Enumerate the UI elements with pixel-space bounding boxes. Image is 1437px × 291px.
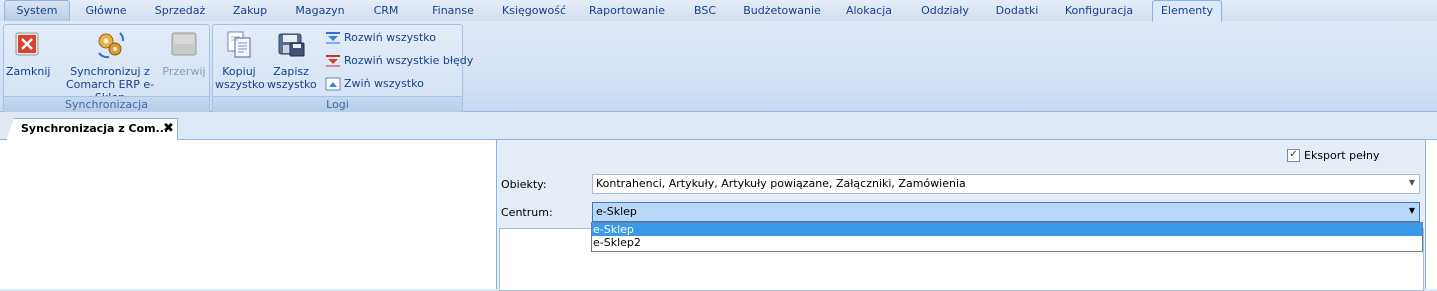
menu-tab-zakup[interactable]: Zakup [220,1,280,20]
export-full-checkbox-wrap[interactable]: ✓ Eksport pełny [1287,148,1380,163]
collapse-all-button[interactable]: Zwiń wszystko [325,75,424,93]
expand-all-button[interactable]: Rozwiń wszystko [325,29,436,47]
export-full-label: Eksport pełny [1304,149,1380,162]
sync-button[interactable]: Synchronizuj z Comarch ERP e-Sklep [54,29,166,104]
copy-all-button[interactable]: Kopiuj wszystko [215,29,265,91]
close-icon [12,29,42,59]
menu-tab-finanse[interactable]: Finanse [420,1,486,20]
collapse-icon [325,77,341,91]
copy-all-label-line2: wszystko [215,78,265,91]
menu-tab-konfiguracja[interactable]: Konfiguracja [1058,1,1140,20]
center-option[interactable]: e-Sklep [592,223,1422,236]
menu-tab-sprzedaz[interactable]: Sprzedaż [146,1,214,20]
copy-icon [224,29,254,59]
save-icon [276,29,306,59]
logs-group-label: Logi [213,96,462,112]
save-all-button[interactable]: Zapisz wszystko [267,29,317,91]
sync-button-label-line1: Synchronizuj z [70,65,150,78]
center-label: Centrum: [501,206,553,219]
export-full-checkbox[interactable]: ✓ [1287,148,1300,162]
menu-tab-bsc[interactable]: BSC [680,1,730,20]
stop-button-label: Przerwij [162,65,206,78]
close-button-label: Zamknij [6,65,51,78]
ribbon-group-synchronizacja: Zamknij Synchronizuj z Comarch ERP e-Skl… [3,24,210,113]
sync-gears-icon [95,29,125,59]
close-button[interactable]: Zamknij [6,29,51,78]
collapse-all-label: Zwiń wszystko [344,77,424,90]
expand-errors-button[interactable]: Rozwiń wszystkie błędy [325,52,473,70]
objects-label: Obiekty: [501,178,547,191]
menu-tab-oddzialy[interactable]: Oddziały [912,1,978,20]
menu-tab-raportowanie[interactable]: Raportowanie [586,1,668,20]
stop-icon [169,29,199,59]
menu-tab-dodatki[interactable]: Dodatki [988,1,1046,20]
chevron-down-icon[interactable]: ▼ [1409,178,1415,187]
ribbon: Zamknij Synchronizuj z Comarch ERP e-Skl… [0,21,1437,113]
copy-all-label-line1: Kopiuj [222,65,256,78]
objects-value: Kontrahenci, Artykuły, Artykuły powiązan… [596,177,966,190]
menu-tab-crm[interactable]: CRM [360,1,412,20]
menu-tab-alokacja[interactable]: Alokacja [836,1,902,20]
content-area: ✓ Eksport pełny Obiekty: Kontrahenci, Art… [0,140,1437,291]
center-dropdown-list: e-Sklep e-Sklep2 [591,222,1423,252]
close-tab-icon[interactable]: ✖ [163,121,174,136]
objects-combo[interactable]: Kontrahenci, Artykuły, Artykuły powiązan… [592,174,1420,194]
sync-group-label: Synchronizacja [4,96,209,112]
document-tab-label: Synchronizacja z Com... [21,122,169,135]
menu-tab-budzetowanie[interactable]: Budżetowanie [740,1,824,20]
save-all-label-line2: wszystko [267,78,317,91]
menu-tab-ksiegowosc[interactable]: Księgowość [496,1,572,20]
chevron-down-icon[interactable]: ▼ [1409,206,1415,215]
center-value: e-Sklep [596,205,637,218]
menu-tab-magazyn[interactable]: Magazyn [288,1,352,20]
menu-tab-elementy[interactable]: Elementy [1152,0,1222,22]
stop-button[interactable]: Przerwij [162,29,206,78]
center-combo[interactable]: e-Sklep ▼ [592,202,1420,222]
expand-icon [325,31,341,45]
menu-tab-glowne[interactable]: Główne [74,1,138,20]
ribbon-group-logi: Kopiuj wszystko Zapisz wszystko Rozwiń w… [212,24,473,113]
menu-tab-system[interactable]: System [4,0,70,21]
main-menu-bar: System Główne Sprzedaż Zakup Magazyn CRM… [0,0,1437,22]
expand-errors-icon [325,54,341,68]
expand-errors-label: Rozwiń wszystkie błędy [344,54,474,67]
save-all-label-line1: Zapisz [273,65,309,78]
center-option[interactable]: e-Sklep2 [592,236,1422,249]
document-tab-strip: Synchronizacja z Com... ✖ [0,112,1437,141]
expand-all-label: Rozwiń wszystko [344,31,436,44]
sync-settings-panel: ✓ Eksport pełny Obiekty: Kontrahenci, Art… [496,140,1426,291]
document-tab-sync[interactable]: Synchronizacja z Com... ✖ [6,118,178,141]
